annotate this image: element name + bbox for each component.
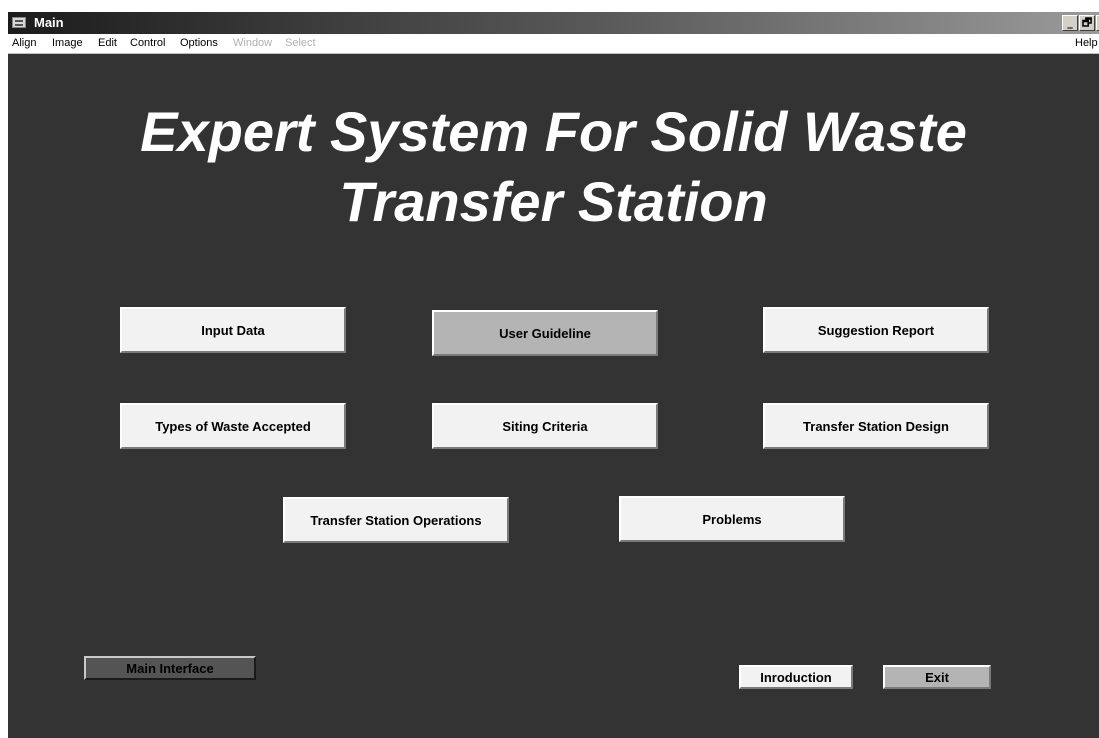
title-bar[interactable]: Main _ 🗗 x (8, 12, 1099, 34)
menu-control[interactable]: Control (130, 37, 165, 49)
window-title: Main (34, 15, 64, 30)
menu-edit[interactable]: Edit (98, 37, 117, 49)
transfer-station-operations-button[interactable]: Transfer Station Operations (283, 497, 509, 543)
exit-button[interactable]: Exit (883, 665, 991, 689)
heading-line-2: Transfer Station (339, 170, 768, 233)
suggestion-report-button[interactable]: Suggestion Report (763, 307, 989, 353)
user-guideline-button[interactable]: User Guideline (432, 310, 658, 356)
minimize-button[interactable]: _ (1062, 15, 1078, 31)
menu-align[interactable]: Align (12, 37, 36, 49)
main-interface-button[interactable]: Main Interface (84, 656, 256, 680)
main-window: Main _ 🗗 x Align Image Edit Control Opti… (8, 12, 1099, 738)
transfer-station-design-button[interactable]: Transfer Station Design (763, 403, 989, 449)
menu-select[interactable]: Select (285, 37, 316, 49)
input-data-button[interactable]: Input Data (120, 307, 346, 353)
introduction-button[interactable]: Inroduction (739, 665, 853, 689)
restore-button[interactable]: 🗗 (1079, 15, 1095, 31)
heading-line-1: Expert System For Solid Waste (140, 100, 967, 163)
menu-options[interactable]: Options (180, 37, 218, 49)
app-icon (12, 17, 26, 28)
types-of-waste-button[interactable]: Types of Waste Accepted (120, 403, 346, 449)
menu-window[interactable]: Window (233, 37, 272, 49)
siting-criteria-button[interactable]: Siting Criteria (432, 403, 658, 449)
menu-image[interactable]: Image (52, 37, 83, 49)
menu-bar: Align Image Edit Control Options Window … (8, 34, 1099, 54)
menu-help[interactable]: Help (1075, 37, 1098, 49)
problems-button[interactable]: Problems (619, 496, 845, 542)
